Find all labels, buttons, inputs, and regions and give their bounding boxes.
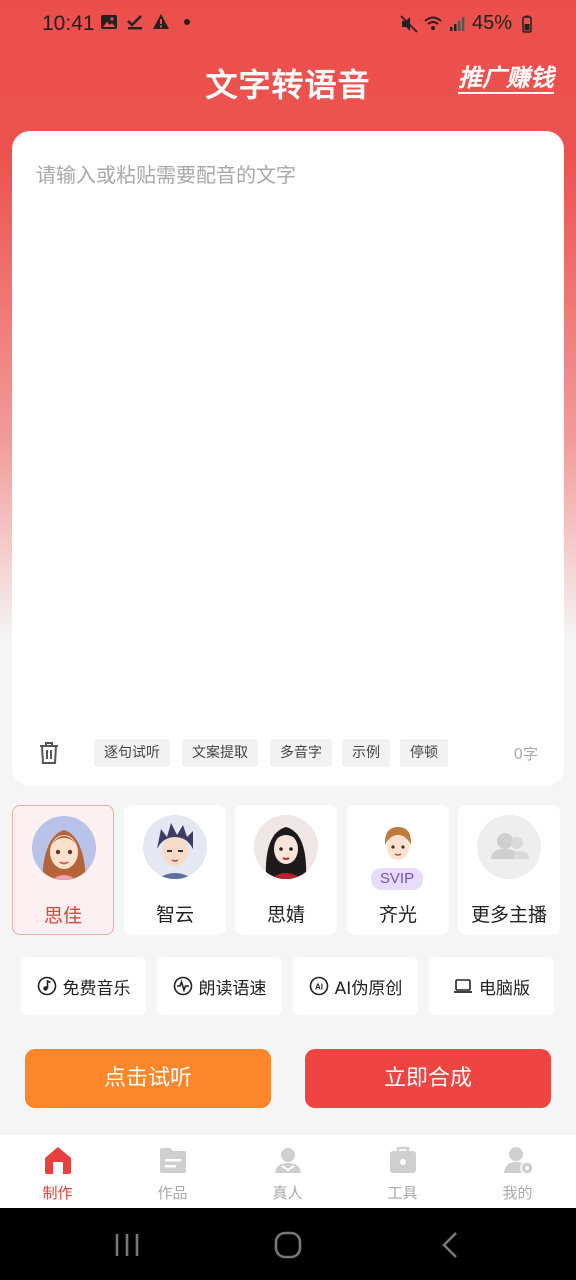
voice-card-sijia[interactable]: 思佳 — [12, 805, 114, 935]
tab-label: 工具 — [387, 1184, 418, 1202]
status-time: 10:41 — [42, 12, 95, 35]
tab-label: 我的 — [502, 1184, 533, 1202]
music-note-icon — [37, 976, 56, 996]
voice-avatar-sijia-icon — [42, 830, 86, 880]
ai-rewrite-button[interactable]: AI AI伪原创 — [293, 957, 418, 1015]
editor-toolbar: 逐句试听 文案提取 多音字 示例 停顿 0字 — [36, 739, 540, 767]
tab-mine[interactable]: 我的 — [460, 1135, 575, 1208]
char-count: 0字 — [513, 745, 538, 763]
user-settings-icon — [504, 1147, 534, 1175]
voice-card-zhiyun[interactable]: 智云 — [124, 805, 226, 935]
folder-icon — [160, 1148, 186, 1173]
system-status: 45% — [400, 12, 536, 35]
tab-make[interactable]: 制作 — [0, 1135, 115, 1208]
tab-label: 制作 — [42, 1184, 73, 1202]
free-music-label: 免费音乐 — [62, 978, 131, 999]
tab-label: 真人 — [272, 1184, 303, 1202]
dot-icon — [184, 19, 190, 25]
synthesize-button[interactable]: 立即合成 — [305, 1049, 551, 1108]
trash-icon[interactable] — [38, 741, 60, 765]
status-bar: 10:41 45% — [0, 0, 576, 48]
avatar — [143, 815, 207, 879]
person-icon — [275, 1148, 301, 1173]
battery-level: 45% — [471, 12, 512, 34]
voice-name: 思婧 — [266, 904, 305, 926]
wifi-icon — [424, 16, 442, 30]
bottom-tab-bar: 制作 作品 真人 工具 我的 — [0, 1135, 576, 1208]
speed-wave-icon — [173, 976, 192, 996]
gallery-icon — [101, 15, 117, 29]
svip-badge: SVIP — [371, 868, 423, 890]
toolbox-icon — [390, 1146, 416, 1173]
more-people-icon — [491, 833, 529, 859]
laptop-icon — [454, 979, 472, 993]
reading-speed-label: 朗读语速 — [198, 978, 267, 999]
recent-apps-icon[interactable] — [107, 1230, 147, 1260]
listen-button[interactable]: 点击试听 — [25, 1049, 271, 1108]
back-icon[interactable] — [430, 1230, 470, 1260]
avatar — [477, 815, 541, 879]
ai-icon: AI — [309, 976, 328, 996]
pc-version-label: 电脑版 — [479, 978, 530, 999]
home-icon — [45, 1147, 71, 1174]
voice-avatar-zhiyun-icon — [157, 823, 193, 879]
promo-earn-link[interactable]: 推广赚钱 — [458, 64, 554, 94]
avatar — [32, 816, 96, 880]
voice-name: 智云 — [155, 904, 194, 926]
free-music-button[interactable]: 免费音乐 — [21, 957, 146, 1015]
avatar — [254, 815, 318, 879]
voice-card-more-anchors[interactable]: 更多主播 — [458, 805, 560, 935]
editor-placeholder[interactable]: 请输入或粘贴需要配音的文字 — [36, 159, 296, 188]
ai-rewrite-label: AI伪原创 — [334, 978, 403, 999]
home-nav-icon[interactable] — [268, 1230, 308, 1260]
text-editor[interactable]: 请输入或粘贴需要配音的文字 逐句试听 文案提取 多音字 示例 停顿 0字 — [12, 131, 564, 786]
reading-speed-button[interactable]: 朗读语速 — [157, 957, 282, 1015]
tab-works[interactable]: 作品 — [115, 1135, 230, 1208]
chip-polyphone[interactable]: 多音字 — [270, 739, 332, 767]
signal-icon — [449, 16, 465, 31]
chip-sentence-listen[interactable]: 逐句试听 — [94, 739, 170, 767]
voice-name: 思佳 — [43, 905, 82, 927]
task-check-icon — [127, 15, 142, 30]
battery-icon — [522, 15, 532, 33]
voice-name: 齐光 — [378, 904, 417, 926]
voice-card-qiguang[interactable]: SVIP 齐光 — [347, 805, 449, 935]
chip-example[interactable]: 示例 — [342, 739, 390, 767]
mute-icon — [400, 14, 418, 33]
voice-card-sijing[interactable]: 思婧 — [235, 805, 337, 935]
voice-name: 更多主播 — [470, 904, 547, 926]
chip-pause[interactable]: 停顿 — [400, 739, 448, 767]
notification-icons — [100, 13, 196, 31]
chip-text-extract[interactable]: 文案提取 — [182, 739, 258, 767]
system-nav-bar — [0, 1208, 576, 1280]
voice-avatar-sijing-icon — [265, 827, 307, 879]
pc-version-button[interactable]: 电脑版 — [429, 957, 554, 1015]
tab-tools[interactable]: 工具 — [345, 1135, 460, 1208]
tab-real-person[interactable]: 真人 — [230, 1135, 345, 1208]
svg-text:AI: AI — [315, 983, 323, 992]
tab-label: 作品 — [157, 1184, 188, 1202]
warning-icon — [153, 14, 169, 29]
